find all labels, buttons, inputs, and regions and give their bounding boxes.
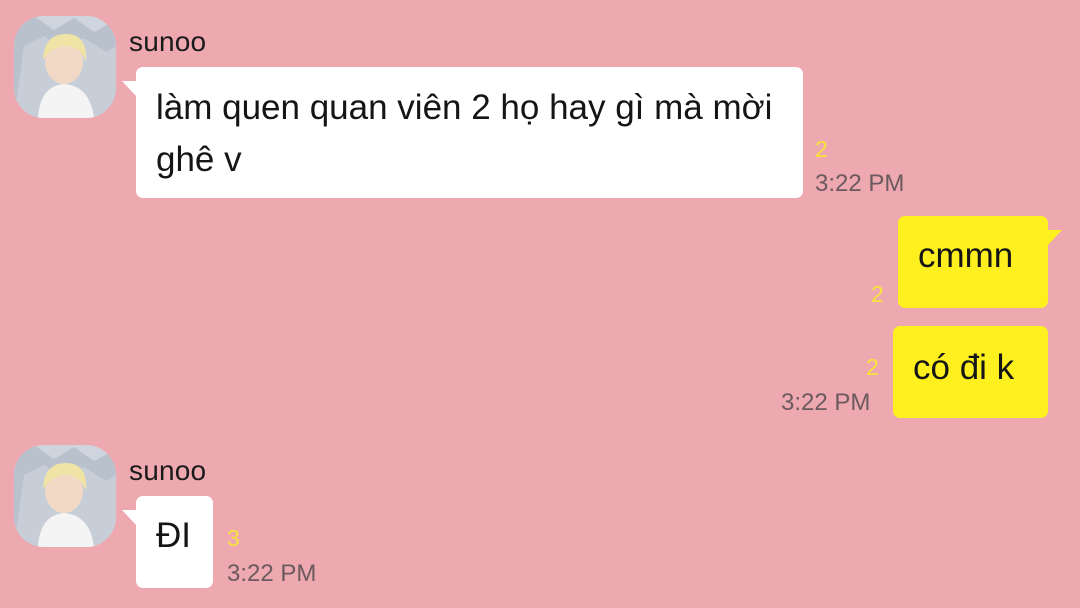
bubble-tail [122,510,137,526]
message-bubble[interactable]: có đi k [893,326,1048,418]
message-bubble[interactable]: cmmn [898,216,1062,308]
bubble-tail [122,81,137,97]
message-bubble[interactable]: làm quen quan viên 2 họ hay gì mà mời gh… [122,67,803,198]
message-text: có đi k [913,348,1015,387]
bubble-tail [1047,230,1062,246]
message-text: làm quen quan viên 2 họ hay gì mà mời gh… [156,88,773,179]
unread-count: 3 [227,525,240,551]
message-time: 3:22 PM [815,170,905,197]
sender-name: sunoo [129,455,207,486]
message-bubble[interactable]: ĐI [122,496,213,588]
avatar-photo-icon [14,445,116,547]
unread-count: 2 [871,281,884,307]
unread-count: 2 [815,136,828,162]
sender-name: sunoo [129,26,207,57]
sender-avatar[interactable] [14,445,116,547]
message-time: 3:22 PM [227,560,317,587]
sender-avatar[interactable] [14,16,116,118]
message-time: 3:22 PM [781,389,871,416]
message-text: ĐI [156,516,191,555]
avatar-photo-icon [14,16,116,118]
message-text: cmmn [918,236,1014,275]
unread-count: 2 [866,354,879,380]
